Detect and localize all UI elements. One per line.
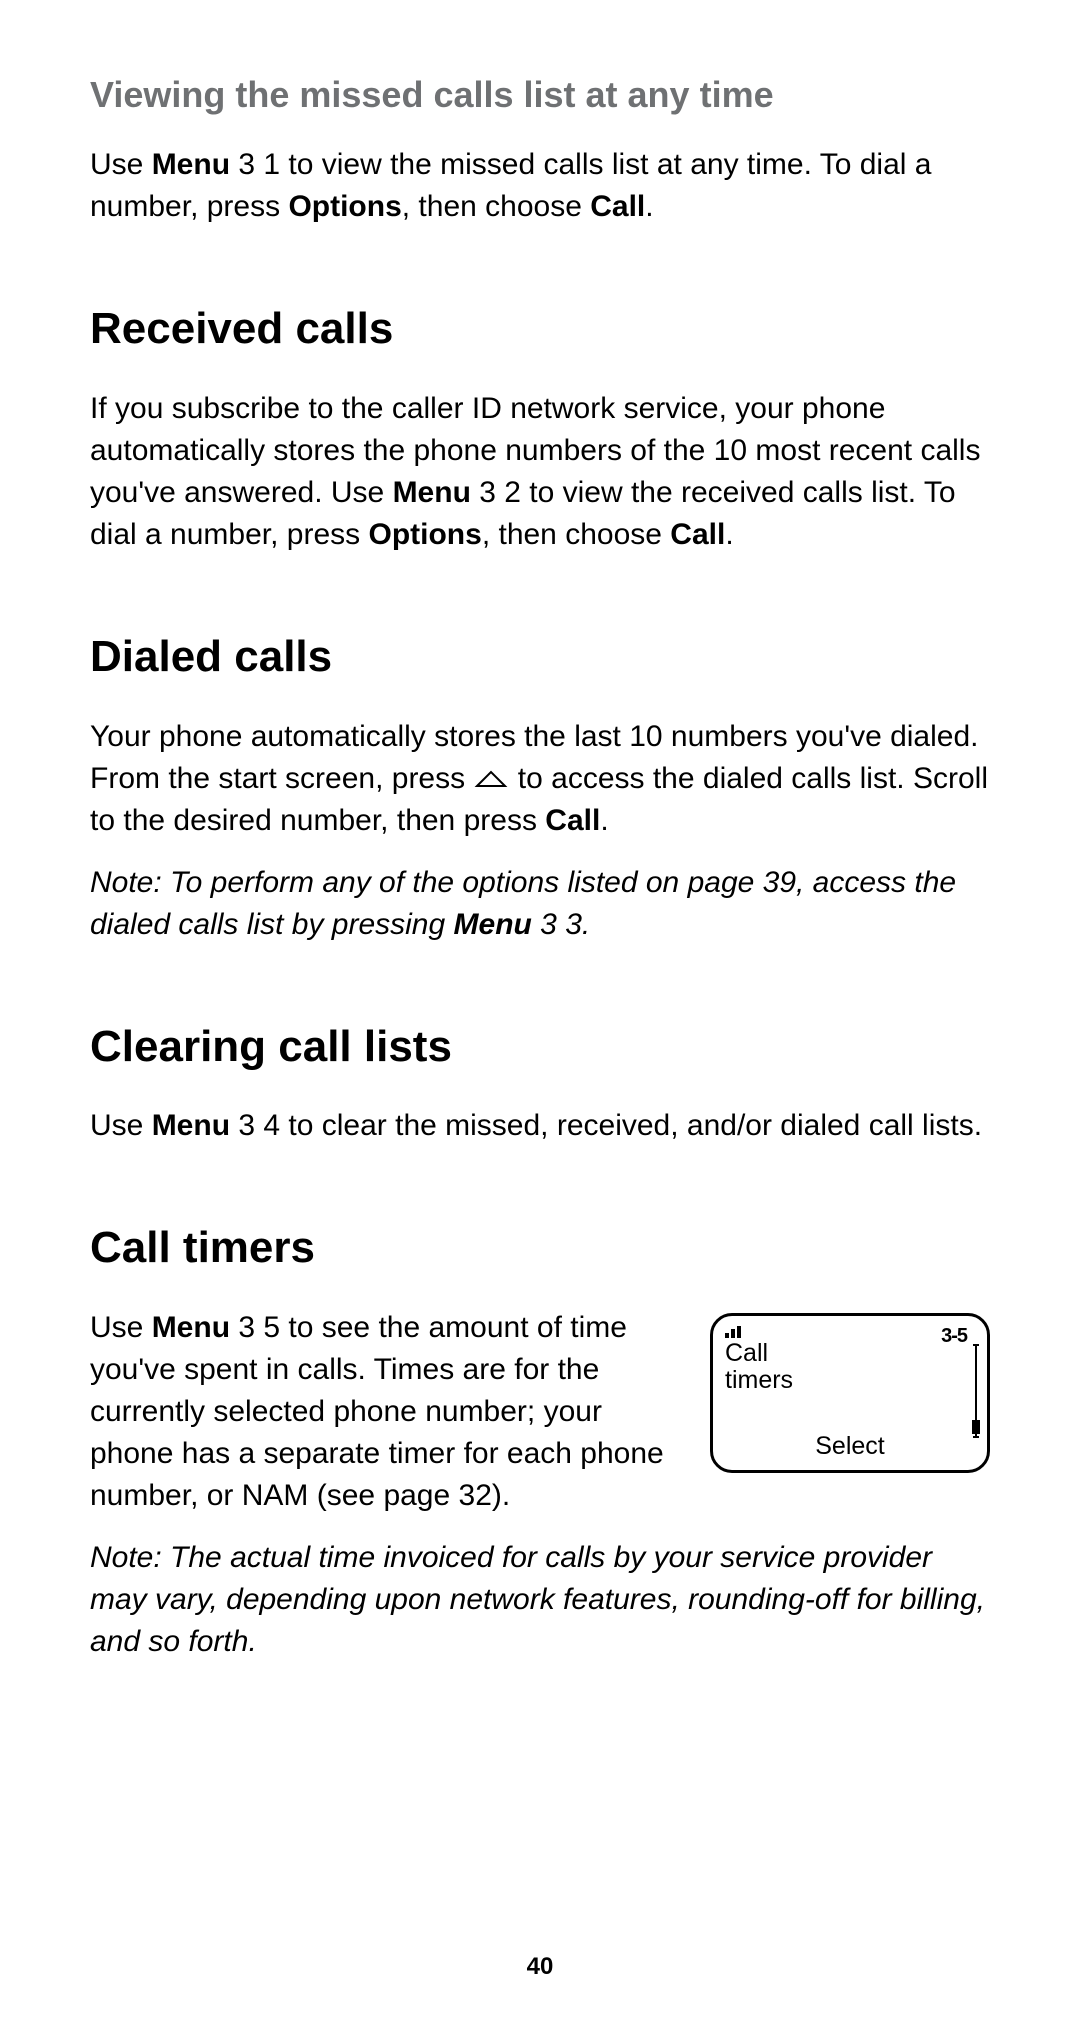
dialed-note: Note: To perform any of the options list… <box>90 862 990 946</box>
received-paragraph: If you subscribe to the caller ID networ… <box>90 388 990 556</box>
menu-number-indicator: 3-5 <box>941 1322 967 1350</box>
options-ref: Options <box>368 518 481 551</box>
text: , then choose <box>402 190 590 223</box>
signal-strength-icon <box>725 1324 747 1338</box>
clearing-paragraph: Use Menu 3 4 to clear the missed, receiv… <box>90 1105 990 1147</box>
menu-item-label: Call timers <box>725 1340 793 1395</box>
page-number: 40 <box>0 1950 1080 1984</box>
viewing-paragraph: Use Menu 3 1 to view the missed calls li… <box>90 144 990 228</box>
text: 3 3. <box>532 908 590 941</box>
text: . <box>600 804 608 837</box>
section-heading-received: Received calls <box>90 298 990 360</box>
section-heading-dialed: Dialed calls <box>90 626 990 688</box>
call-ref: Call <box>590 190 645 223</box>
menu-ref: Menu <box>152 1311 230 1344</box>
section-heading-clearing: Clearing call lists <box>90 1016 990 1078</box>
menu-ref: Menu <box>393 476 471 509</box>
timers-note: Note: The actual time invoiced for calls… <box>90 1537 990 1663</box>
text: . <box>645 190 653 223</box>
menu-ref: Menu <box>152 148 230 181</box>
menu-ref: Menu <box>152 1109 230 1142</box>
timers-row: 3-5 Call timers Select Use Menu 3 5 to s… <box>90 1307 990 1517</box>
text: 3 4 to clear the missed, received, and/o… <box>230 1109 982 1142</box>
text: . <box>725 518 733 551</box>
text: , then choose <box>482 518 670 551</box>
call-ref: Call <box>670 518 725 551</box>
dialed-paragraph: Your phone automatically stores the last… <box>90 716 990 842</box>
softkey-select-label: Select <box>713 1429 987 1464</box>
call-key-icon <box>473 768 509 792</box>
scrollbar-indicator <box>973 1344 979 1438</box>
call-ref: Call <box>545 804 600 837</box>
text: Call <box>725 1339 768 1367</box>
manual-page: Viewing the missed calls list at any tim… <box>0 0 1080 2039</box>
options-ref: Options <box>288 190 401 223</box>
text: timers <box>725 1366 793 1394</box>
text: Use <box>90 1109 152 1142</box>
text: Use <box>90 148 152 181</box>
text: Use <box>90 1311 152 1344</box>
menu-ref: Menu <box>454 908 532 941</box>
subsection-heading-viewing: Viewing the missed calls list at any tim… <box>90 70 990 120</box>
phone-screen-illustration: 3-5 Call timers Select <box>710 1313 990 1473</box>
section-heading-timers: Call timers <box>90 1217 990 1279</box>
